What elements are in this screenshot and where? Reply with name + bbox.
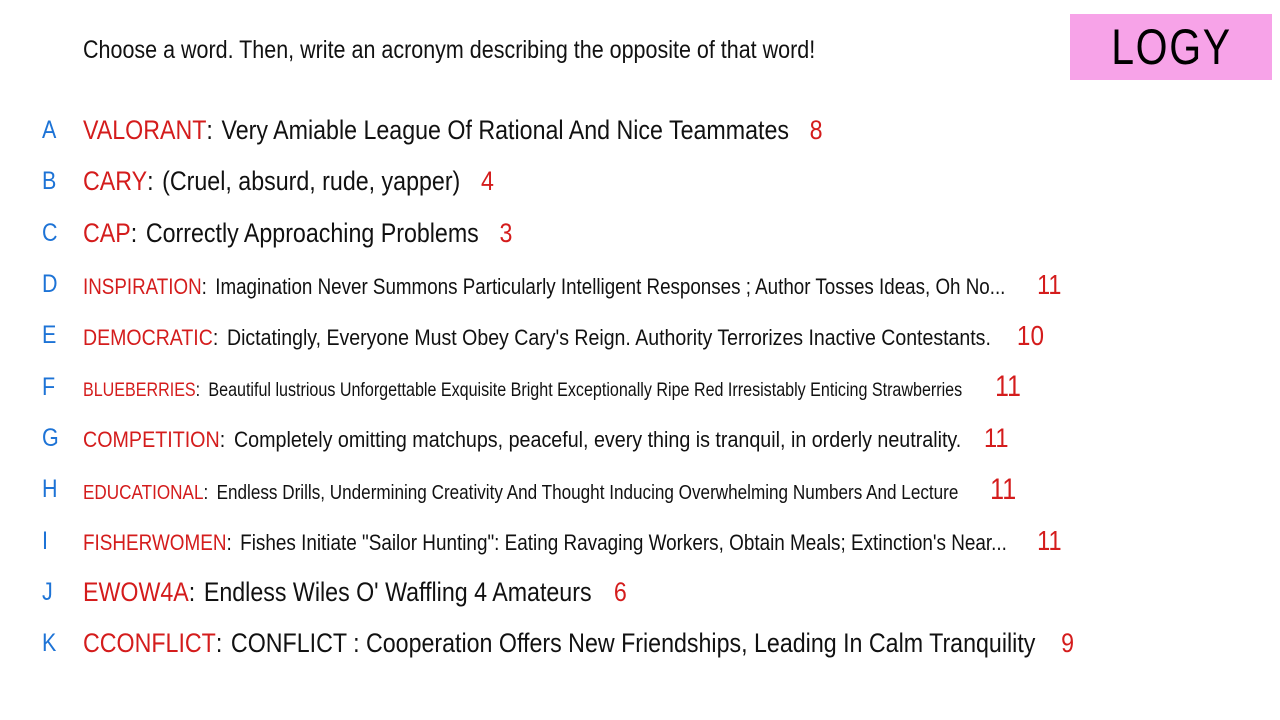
entry-count: 10	[1016, 319, 1044, 351]
entry-acronym: Beautiful lustrious Unforgettable Exquis…	[208, 379, 963, 402]
entry-count: 11	[1037, 525, 1062, 557]
entry-colon: :	[212, 324, 219, 350]
entry-count: 11	[990, 472, 1017, 506]
entry-row-e: E DEMOCRATIC: Dictatingly, Everyone Must …	[0, 310, 1280, 361]
entry-letter: F	[42, 372, 56, 401]
entry-row-d: D INSPIRATION: Imagination Never Summons …	[0, 259, 1280, 310]
entry-content: BLUEBERRIES: Beautiful lustrious Unforget…	[83, 370, 1021, 404]
entry-row-i: I FISHERWOMEN: Fishes Initiate "Sailor Hu…	[0, 515, 1280, 566]
entry-row-j: J EWOW4A: Endless Wiles O' Waffling 4 Ama…	[0, 567, 1280, 618]
entry-colon: :	[219, 426, 226, 452]
entry-count: 11	[1037, 268, 1062, 300]
entry-acronym: CONFLICT : Cooperation Offers New Friend…	[230, 628, 1036, 659]
entry-acronym: Fishes Initiate "Sailor Hunting": Eating…	[240, 530, 1007, 556]
entry-colon: :	[201, 273, 207, 299]
entry-acronym: Imagination Never Summons Particularly I…	[215, 273, 1006, 299]
entry-word: CAP	[83, 217, 131, 248]
entry-row-g: G COMPETITION: Completely omitting matchu…	[0, 413, 1280, 464]
entry-count: 9	[1061, 628, 1075, 659]
entry-colon: :	[206, 115, 213, 146]
entry-letter: C	[42, 218, 58, 247]
entry-word: COMPETITION	[83, 426, 220, 452]
entry-letter: E	[42, 321, 57, 350]
entry-count: 8	[809, 115, 823, 146]
entry-colon: :	[215, 628, 223, 659]
entry-letter: K	[42, 629, 57, 658]
entry-acronym: Completely omitting matchups, peaceful, …	[233, 426, 962, 452]
entry-count: 4	[480, 166, 494, 197]
entry-content: INSPIRATION: Imagination Never Summons Pa…	[83, 269, 1061, 301]
entry-colon: :	[203, 480, 209, 504]
entry-word: VALORANT	[83, 115, 207, 146]
entry-count: 11	[995, 370, 1021, 404]
entry-word: EDUCATIONAL	[83, 480, 204, 504]
entry-row-k: K CCONFLICT: CONFLICT : Cooperation Offer…	[0, 618, 1280, 669]
entry-letter: B	[42, 167, 57, 196]
prompt-text: Choose a word. Then, write an acronym de…	[83, 36, 816, 64]
entry-content: COMPETITION: Completely omitting matchups…	[83, 423, 1009, 454]
entry-colon: :	[188, 576, 196, 607]
entry-content: VALORANT: Very Amiable League Of Rational…	[83, 115, 823, 146]
entry-list: A VALORANT: Very Amiable League Of Ration…	[0, 105, 1280, 669]
entry-acronym: Correctly Approaching Problems	[145, 217, 479, 248]
entry-colon: :	[130, 217, 138, 248]
entry-letter: G	[42, 423, 59, 452]
entry-content: CAP: Correctly Approaching Problems 3	[83, 218, 512, 249]
entry-content: EDUCATIONAL: Endless Drills, Undermining …	[83, 473, 1016, 507]
entry-colon: :	[147, 166, 154, 197]
entry-letter: H	[42, 475, 58, 504]
entry-acronym: Endless Drills, Undermining Creativity A…	[216, 480, 959, 504]
entry-count: 6	[613, 576, 627, 607]
entry-content: CARY: (Cruel, absurd, rude, yapper) 4	[83, 166, 494, 197]
entry-acronym: Endless Wiles O' Waffling 4 Amateurs	[203, 576, 592, 607]
entry-row-h: H EDUCATIONAL: Endless Drills, Underminin…	[0, 464, 1280, 515]
entry-count: 3	[499, 217, 513, 248]
entry-word: EWOW4A	[83, 576, 189, 607]
entry-word: FISHERWOMEN	[83, 530, 227, 556]
entry-acronym: (Cruel, absurd, rude, yapper)	[162, 166, 461, 197]
entry-content: FISHERWOMEN: Fishes Initiate "Sailor Hunt…	[83, 525, 1062, 557]
entry-content: CCONFLICT: CONFLICT : Cooperation Offers …	[83, 628, 1074, 659]
entry-word: INSPIRATION	[83, 273, 202, 299]
logo-text: LOGY	[1110, 19, 1232, 75]
logo-badge: LOGY	[1070, 14, 1272, 80]
entry-row-a: A VALORANT: Very Amiable League Of Ration…	[0, 105, 1280, 156]
entry-acronym: Dictatingly, Everyone Must Obey Cary's R…	[226, 324, 991, 350]
entry-letter: A	[42, 116, 57, 145]
entry-word: DEMOCRATIC	[83, 324, 213, 350]
entry-word: BLUEBERRIES	[83, 379, 196, 402]
entry-content: DEMOCRATIC: Dictatingly, Everyone Must Ob…	[83, 320, 1044, 352]
entry-acronym: Very Amiable League Of Rational And Nice…	[221, 115, 790, 146]
entry-row-c: C CAP: Correctly Approaching Problems 3	[0, 208, 1280, 259]
entry-row-f: F BLUEBERRIES: Beautiful lustrious Unforg…	[0, 361, 1280, 412]
entry-row-b: B CARY: (Cruel, absurd, rude, yapper) 4	[0, 156, 1280, 207]
entry-letter: I	[42, 526, 48, 555]
entry-letter: J	[42, 577, 53, 606]
entry-content: EWOW4A: Endless Wiles O' Waffling 4 Amate…	[83, 577, 627, 608]
entry-colon: :	[226, 530, 232, 556]
entry-count: 11	[984, 422, 1009, 453]
entry-colon: :	[195, 379, 201, 402]
entry-letter: D	[42, 270, 58, 299]
entry-word: CARY	[83, 166, 148, 197]
entry-word: CCONFLICT	[83, 628, 216, 659]
